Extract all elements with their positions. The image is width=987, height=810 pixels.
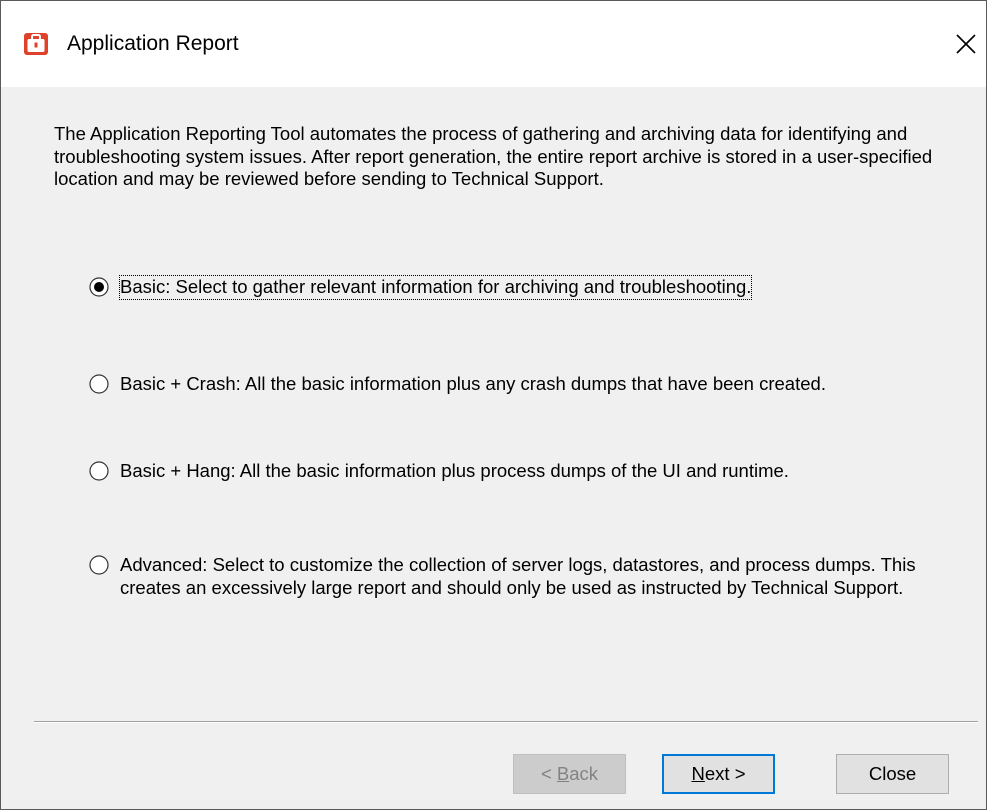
radio-label-advanced[interactable]: Advanced: Select to customize the collec… [120,554,960,599]
radio-label-basic-hang[interactable]: Basic + Hang: All the basic information … [120,460,789,483]
radio-unselected-icon[interactable] [89,555,109,575]
title-bar: Application Report [1,1,986,87]
application-report-dialog: Application Report The Application Repor… [0,0,987,810]
radio-selected-icon[interactable] [89,277,109,297]
next-button[interactable]: Next > [662,754,775,794]
close-button[interactable]: Close [836,754,949,794]
close-icon[interactable] [951,29,981,59]
toolbox-icon [23,30,49,56]
intro-text: The Application Reporting Tool automates… [54,123,933,189]
back-button[interactable]: < Back [513,754,626,794]
radio-label-basic-crash[interactable]: Basic + Crash: All the basic information… [120,373,826,396]
radio-unselected-icon[interactable] [89,461,109,481]
window-title: Application Report [67,32,239,55]
radio-label-basic[interactable]: Basic: Select to gather relevant informa… [118,275,753,300]
radio-unselected-icon[interactable] [89,374,109,394]
footer-separator [34,721,978,723]
